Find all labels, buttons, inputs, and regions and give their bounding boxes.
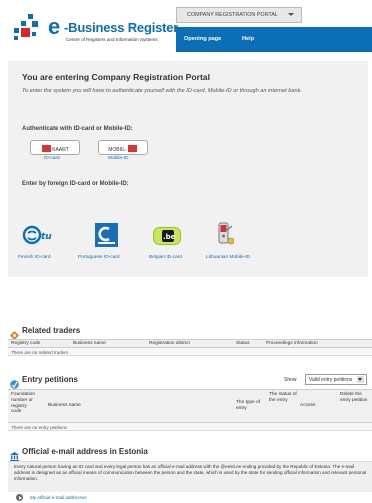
chevron-down-icon <box>288 13 294 16</box>
nav-opening-page[interactable]: Opening page <box>184 36 221 42</box>
col-status: Status <box>236 341 250 346</box>
id-card-button[interactable]: KAART <box>30 140 80 155</box>
portuguese-id-icon[interactable] <box>95 223 118 247</box>
entry-petitions-title: Entry petitions <box>22 375 79 384</box>
nav-help[interactable]: Help <box>242 36 254 42</box>
show-filter-select[interactable]: Valid entry petitions <box>305 374 367 385</box>
main-nav: Opening page Help <box>176 27 372 52</box>
foreign-heading: Enter by foreign ID-card or Mobile-ID: <box>22 181 129 187</box>
e-business-logo-icon[interactable] <box>14 14 42 42</box>
logo-subtitle: Centre of Registers and Information Syst… <box>66 37 158 42</box>
col-registration-district: Registration district <box>149 341 190 346</box>
lithuanian-mobile-id-caption[interactable]: Lithuanian Mobile-ID <box>206 255 250 260</box>
finnish-id-caption[interactable]: Finnish ID-card <box>18 255 51 260</box>
show-label: Show <box>284 377 297 383</box>
mobile-id-button[interactable]: MOBIIL- <box>98 140 148 155</box>
chevron-down-icon <box>357 376 364 383</box>
col-access: Access <box>300 403 316 408</box>
government-building-icon <box>10 448 19 461</box>
col-registry-code: Registry code <box>11 341 41 346</box>
finnish-logo-text: tu <box>41 232 52 242</box>
id-card-caption[interactable]: ID-card <box>44 156 60 161</box>
col-foundation-number: Foundation number or registry code <box>11 392 36 415</box>
belgian-logo-text: .be <box>163 233 176 241</box>
col-proceedings-information: Proceedings information <box>266 341 318 346</box>
portal-select[interactable]: COMPANY REGISTRATION PORTAL <box>176 7 302 23</box>
col-type-of-entry: The type of entry <box>236 400 260 411</box>
entry-petitions-empty: There are no entry petitions <box>8 423 372 431</box>
related-traders-icon <box>10 327 19 340</box>
entry-petitions-icon <box>10 376 19 389</box>
show-filter-value: Valid entry petitions <box>309 377 353 383</box>
site-header: e -Business Register Centre of Registers… <box>0 0 372 56</box>
auth-heading: Authenticate with ID-card or Mobile-ID: <box>22 126 133 132</box>
mobile-id-icon <box>127 145 137 152</box>
col-status-of-entry: The status of the entry <box>269 392 297 403</box>
col-business-name: Business name <box>48 403 81 408</box>
logo-e-letter: e <box>48 14 61 39</box>
my-official-email-link[interactable]: My official e-mail addresses <box>30 495 87 500</box>
portal-title: You are entering Company Registration Po… <box>22 72 210 82</box>
mobile-id-caption[interactable]: Mobile-ID <box>108 156 129 161</box>
id-card-icon <box>42 145 52 152</box>
mobile-id-button-label: MOBIIL- <box>108 147 127 153</box>
lithuanian-mobile-id-icon[interactable] <box>216 221 235 247</box>
col-business-name: Business name <box>73 341 106 346</box>
col-delete-entry-petition: Delete the entry petition <box>340 392 368 403</box>
arrow-bullet-icon <box>16 494 23 501</box>
related-traders-empty: There are no related traders <box>8 348 372 356</box>
official-email-title: Official e-mail address in Estonia <box>22 447 148 456</box>
id-card-button-label: KAART <box>52 147 69 153</box>
related-traders-title: Related traders <box>22 326 81 335</box>
belgian-id-icon[interactable]: .be <box>153 227 181 245</box>
related-traders-header: Registry code Business name Registration… <box>8 339 372 348</box>
portal-intro: To enter the system you will have to aut… <box>22 88 302 94</box>
portuguese-id-caption[interactable]: Portuguese ID-card <box>78 255 120 260</box>
logo-title: -Business Register <box>64 20 179 35</box>
belgian-id-caption[interactable]: Belgian ID-card <box>149 255 182 260</box>
official-email-text: Every natural person having an ID card a… <box>14 464 367 481</box>
finnish-id-icon[interactable]: tu <box>22 224 52 246</box>
portal-select-value: COMPANY REGISTRATION PORTAL <box>187 12 278 18</box>
entry-petitions-header: Foundation number or registry code Busin… <box>8 389 372 423</box>
